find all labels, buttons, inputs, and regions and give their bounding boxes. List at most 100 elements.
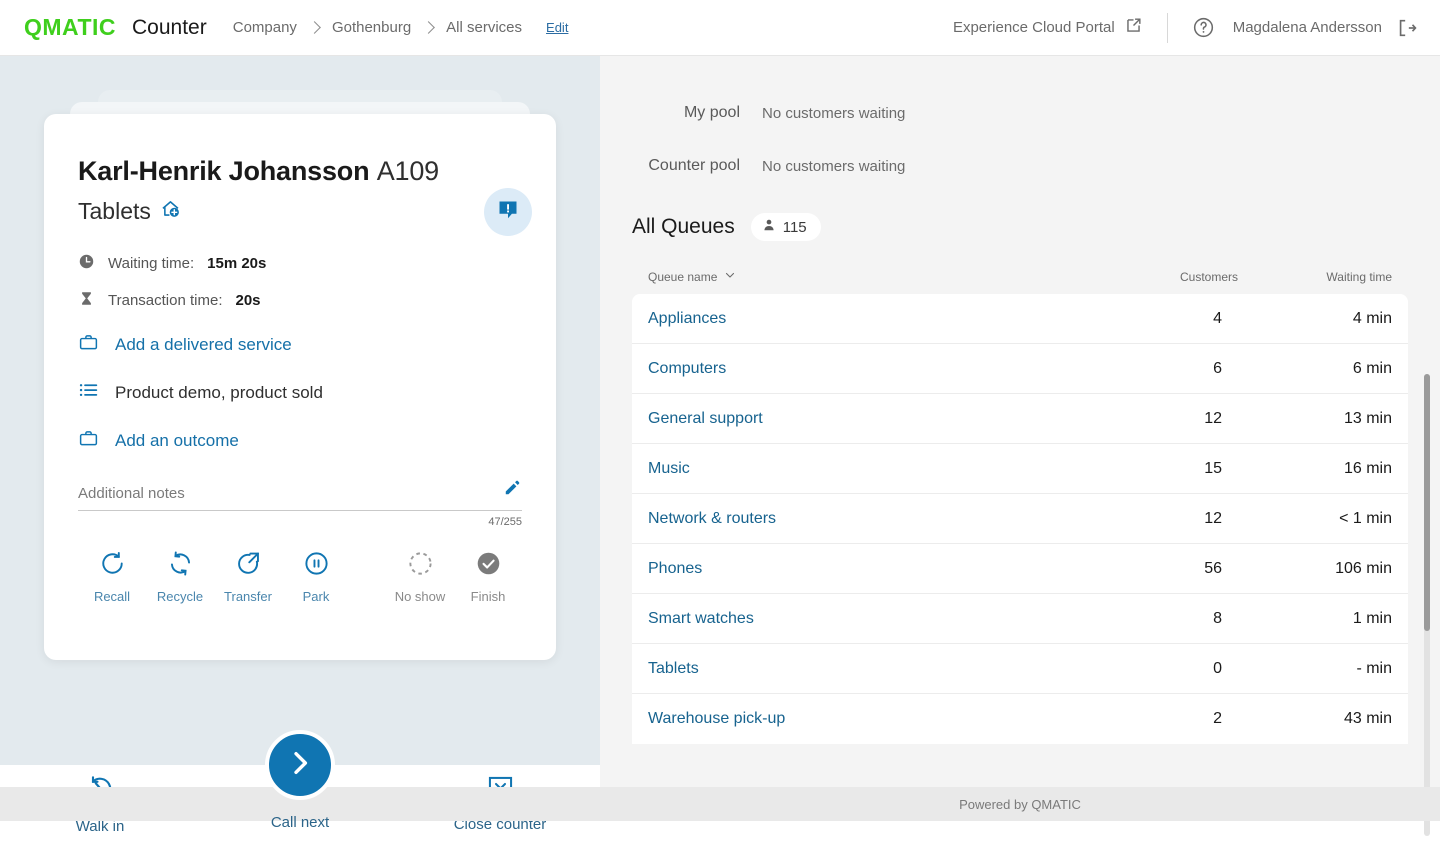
delivered-service-value-row: Product demo, product sold: [78, 380, 522, 406]
my-pool-row: My pool No customers waiting: [600, 104, 1440, 122]
recycle-icon: [167, 550, 194, 582]
notes-character-counter: 47/255: [488, 515, 522, 528]
call-next-button[interactable]: [265, 730, 335, 800]
chevron-right-icon: [422, 21, 436, 34]
table-row[interactable]: Computers 6 6 min: [632, 344, 1408, 394]
queue-customers: 4: [1213, 309, 1222, 327]
add-service-home-icon[interactable]: [160, 198, 182, 225]
add-delivered-service-label: Add a delivered service: [115, 334, 292, 354]
queue-table-header: Queue name Customers Waiting time: [632, 269, 1408, 284]
powered-by-label: Powered by QMATIC: [959, 796, 1081, 812]
check-icon: [475, 550, 502, 582]
queue-name[interactable]: Computers: [648, 360, 726, 378]
alert-badge-button[interactable]: [484, 188, 532, 236]
app-footer: Powered by QMATIC: [600, 787, 1440, 821]
park-icon: [303, 550, 330, 582]
table-row[interactable]: Smart watches 8 1 min: [632, 594, 1408, 644]
experience-cloud-portal-link[interactable]: Experience Cloud Portal: [953, 16, 1143, 39]
app-header: QMATIC Counter Company Gothenburg All se…: [0, 0, 1440, 56]
table-row[interactable]: Tablets 0 - min: [632, 644, 1408, 694]
breadcrumb: Company Gothenburg All services Edit: [233, 19, 569, 36]
transaction-time-value: 20s: [235, 292, 261, 310]
column-header-waiting-time[interactable]: Waiting time: [1238, 270, 1408, 284]
left-panel: Karl-Henrik Johansson A109 Tablets Waiti…: [0, 56, 600, 843]
qmatic-logo: QMATIC: [24, 14, 117, 40]
queue-name[interactable]: Smart watches: [648, 610, 754, 628]
breadcrumb-item-gothenburg[interactable]: Gothenburg: [332, 19, 411, 36]
column-header-customers[interactable]: Customers: [1108, 270, 1238, 284]
column-header-queue-name[interactable]: Queue name: [632, 269, 736, 284]
finish-button[interactable]: Finish: [454, 550, 522, 604]
no-show-icon: [407, 550, 434, 582]
queue-name[interactable]: Warehouse pick-up: [648, 710, 785, 728]
queue-customers: 56: [1204, 559, 1222, 577]
recall-button[interactable]: Recall: [78, 550, 146, 604]
hourglass-icon: [78, 290, 95, 312]
table-row[interactable]: Music 15 16 min: [632, 444, 1408, 494]
queue-name[interactable]: General support: [648, 410, 763, 428]
list-icon: [78, 380, 99, 406]
customer-name: Karl-Henrik Johansson: [78, 156, 370, 186]
table-row[interactable]: Phones 56 106 min: [632, 544, 1408, 594]
queue-waiting-time: 43 min: [1343, 710, 1392, 727]
breadcrumb-item-all-services[interactable]: All services: [446, 19, 522, 36]
queue-customers: 12: [1204, 409, 1222, 427]
queue-customers: 15: [1204, 459, 1222, 477]
recall-label: Recall: [93, 588, 131, 604]
queue-name[interactable]: Phones: [648, 560, 702, 578]
person-icon: [762, 218, 776, 236]
edit-pencil-icon[interactable]: [503, 478, 522, 502]
experience-cloud-portal-label: Experience Cloud Portal: [952, 19, 1115, 36]
transfer-button[interactable]: Transfer: [214, 550, 282, 604]
recycle-button[interactable]: Recycle: [146, 550, 214, 604]
queue-waiting-time: 16 min: [1343, 459, 1392, 477]
pools-section: My pool No customers waiting Counter poo…: [600, 56, 1440, 175]
table-row[interactable]: General support 12 13 min: [632, 394, 1408, 444]
queue-customers: 8: [1213, 609, 1222, 627]
app-title: Counter: [132, 15, 207, 39]
service-links: Add a delivered service Product demo, pr…: [78, 332, 522, 454]
no-show-label: No show: [394, 588, 446, 604]
add-outcome-link[interactable]: Add an outcome: [78, 428, 522, 454]
additional-notes-placeholder: Additional notes: [78, 484, 185, 502]
clock-icon: [78, 253, 95, 275]
user-name: Magdalena Andersson: [1232, 19, 1382, 36]
queue-name[interactable]: Appliances: [648, 310, 726, 328]
park-button[interactable]: Park: [282, 550, 350, 604]
transfer-label: Transfer: [224, 588, 272, 604]
queue-waiting-time: 1 min: [1352, 609, 1392, 627]
ticket-number: A109: [376, 156, 439, 186]
counter-pool-label: Counter pool: [648, 157, 740, 174]
no-show-button[interactable]: No show: [386, 550, 454, 604]
queue-scrollbar[interactable]: [1424, 374, 1430, 836]
table-row[interactable]: Network & routers 12 < 1 min: [632, 494, 1408, 544]
delivered-service-value: Product demo, product sold: [115, 382, 323, 402]
transfer-icon: [235, 550, 262, 582]
counter-pool-row: Counter pool No customers waiting: [600, 157, 1440, 175]
header-divider: [1166, 12, 1168, 43]
column-header-queue-name-label: Queue name: [648, 269, 718, 284]
additional-notes-field[interactable]: Additional notes 47/255: [78, 478, 522, 528]
my-pool-value: No customers waiting: [762, 104, 906, 122]
alert-bubble-icon: [496, 198, 520, 227]
chevron-right-icon: [308, 21, 321, 34]
table-row[interactable]: Warehouse pick-up 2 43 min: [632, 694, 1408, 744]
total-customers-count: 115: [782, 218, 807, 236]
logout-icon[interactable]: [1396, 17, 1418, 39]
queue-name[interactable]: Network & routers: [648, 510, 776, 528]
add-outcome-label: Add an outcome: [115, 430, 239, 450]
add-delivered-service-link[interactable]: Add a delivered service: [78, 332, 522, 358]
park-label: Park: [302, 588, 330, 604]
all-queues-title: All Queues: [632, 215, 735, 238]
queue-scrollbar-thumb[interactable]: [1424, 374, 1430, 631]
table-row[interactable]: Appliances 4 4 min: [632, 294, 1408, 344]
breadcrumb-item-company[interactable]: Company: [233, 19, 297, 36]
help-circle-icon[interactable]: [1192, 16, 1215, 39]
queue-name[interactable]: Tablets: [648, 660, 699, 678]
customer-name-line: Karl-Henrik Johansson A109: [78, 156, 522, 188]
edit-link[interactable]: Edit: [546, 20, 568, 35]
finish-label: Finish: [470, 588, 506, 604]
counter-pool-value: No customers waiting: [762, 157, 906, 175]
queue-name[interactable]: Music: [648, 460, 690, 478]
chevron-right-icon: [283, 746, 317, 785]
